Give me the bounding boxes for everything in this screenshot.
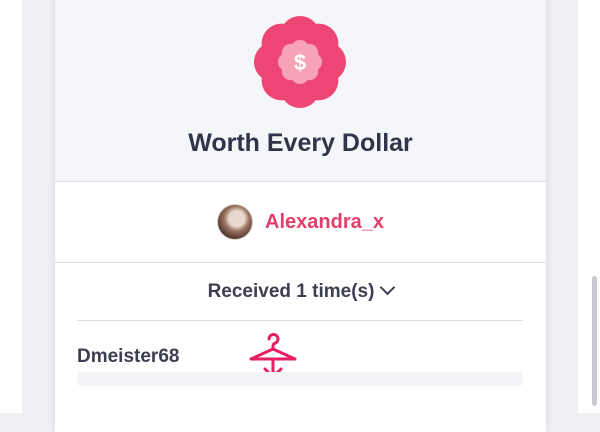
avatar[interactable] <box>217 204 254 240</box>
left-gutter <box>0 0 22 413</box>
received-label: Received 1 time(s) <box>207 281 375 302</box>
divider <box>77 320 523 321</box>
giver-name[interactable]: Dmeister68 <box>77 346 179 368</box>
chevron-down-icon <box>380 279 396 296</box>
received-toggle[interactable]: Received 1 time(s) <box>55 279 546 303</box>
right-gutter <box>578 0 600 413</box>
dollar-rosette-icon: $ <box>254 16 346 108</box>
scrollbar[interactable] <box>592 276 597 406</box>
card-header: $ Worth Every Dollar <box>55 0 546 182</box>
sender-name[interactable]: Alexandra_x <box>265 211 384 234</box>
sender-row[interactable]: Alexandra_x <box>55 182 546 263</box>
dollar-symbol: $ <box>294 50 306 75</box>
gift-card: $ Worth Every Dollar Alexandra_x Receive… <box>55 0 546 432</box>
placeholder-bar <box>77 372 523 386</box>
gift-title: Worth Every Dollar <box>188 129 413 157</box>
